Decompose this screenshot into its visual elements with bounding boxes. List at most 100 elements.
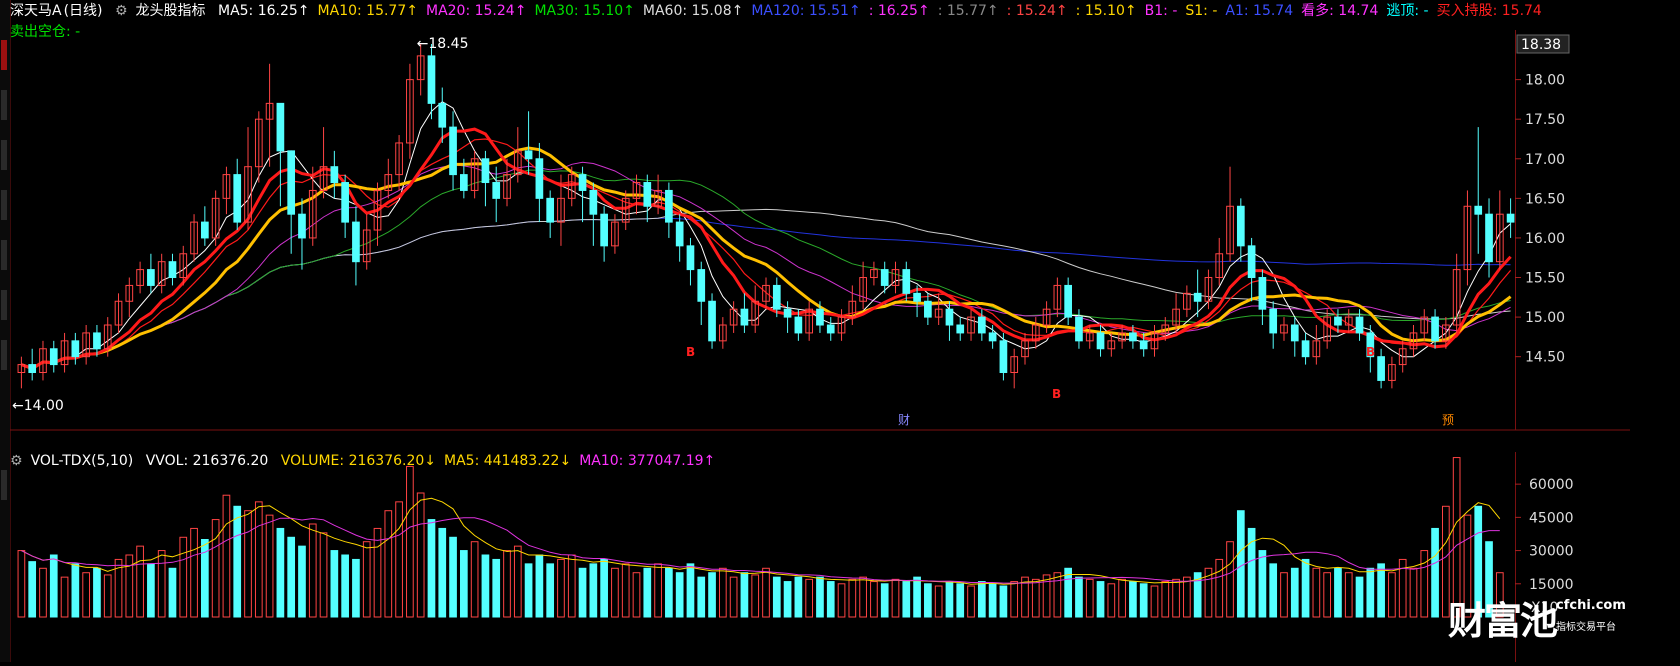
candle-body — [330, 166, 339, 184]
y-tick-label: 17.00 — [1525, 152, 1565, 168]
strip-tab-3[interactable] — [1, 140, 7, 170]
candle-body — [816, 308, 824, 326]
volume-bar — [211, 519, 220, 618]
buy-b-marker: B — [1052, 387, 1061, 401]
candle-body — [956, 324, 965, 334]
volume-bar — [168, 567, 177, 618]
candle-body — [1236, 205, 1245, 247]
stock-name[interactable]: 深天马A — [10, 3, 62, 19]
volume-bar — [546, 563, 555, 618]
legend-line-2: 卖出空仓: - — [10, 22, 80, 42]
volume-bar — [406, 465, 414, 618]
y-tick-label: 16.00 — [1525, 231, 1565, 247]
volume-bar — [913, 576, 921, 618]
volume-bar — [179, 536, 188, 618]
candle-body — [492, 182, 501, 199]
volume-bar — [1323, 572, 1331, 618]
ma-value-14: 逃顶: - — [1386, 3, 1429, 19]
candle-body — [1431, 316, 1439, 342]
volume-bar — [945, 581, 954, 618]
volume-legend: ⚙ VOL-TDX(5,10) VVOL: 216376.20 VOLUME: 2… — [10, 450, 731, 472]
volume-bar — [740, 572, 749, 618]
volume-bar — [395, 501, 403, 618]
candle-body — [772, 284, 781, 310]
volume-bar — [967, 585, 975, 618]
candle-body — [459, 174, 468, 191]
volume-bar — [1053, 572, 1062, 618]
y-tick-label: 14.50 — [1525, 350, 1565, 366]
strip-tab-4[interactable] — [1, 190, 7, 220]
high-price-label: ←18.45 — [417, 36, 469, 52]
candle-body — [740, 308, 749, 326]
volume-bar — [1280, 572, 1288, 618]
volume-bar — [449, 536, 457, 618]
volume-bar — [977, 581, 986, 618]
volume-bar — [686, 563, 695, 618]
ma-value-15: 买入持股: 15.74 — [1436, 3, 1542, 19]
strip-tab-2[interactable] — [1, 90, 7, 120]
volume-chart-svg[interactable]: 15000300004500060000X10 — [10, 452, 1630, 662]
volume-value-1: MA5: 441483.22↓ — [444, 453, 572, 469]
vvol-value: VVOL: 216376.20 — [145, 453, 269, 469]
candle-body — [524, 150, 533, 160]
volume-ma10-line — [21, 517, 1500, 584]
volume-bar — [1377, 563, 1385, 618]
volume-bar — [1172, 578, 1180, 618]
watermark-url: cfchi.com — [1556, 598, 1626, 613]
volume-bar — [384, 510, 393, 618]
buy-b-marker: B — [686, 345, 695, 359]
candle-body — [1355, 316, 1364, 334]
volume-bar — [308, 523, 317, 618]
candle-body — [438, 102, 447, 128]
volume-bar — [643, 567, 652, 618]
y-tick-label: 15.00 — [1525, 310, 1565, 326]
candle-body — [535, 158, 544, 199]
volume-bar — [1107, 583, 1116, 618]
volume-bar — [1312, 567, 1321, 618]
ma-value-4: MA60: 15.08↑ — [642, 3, 744, 19]
candle-body — [93, 332, 101, 350]
candle-body — [1193, 292, 1202, 302]
strip-tab-6[interactable] — [1, 290, 7, 320]
volume-bar — [222, 494, 231, 618]
volume-bar — [17, 550, 26, 618]
volume-bar — [880, 583, 889, 618]
volume-bar — [837, 583, 846, 618]
volume-bar — [816, 576, 824, 618]
strip-tab-1[interactable] — [1, 40, 7, 70]
ma-value-13: 看多: 14.74 — [1301, 3, 1379, 19]
volume-bar — [190, 527, 198, 618]
volume-bar — [1118, 578, 1126, 618]
volume-settings-icon[interactable]: ⚙ — [10, 453, 23, 469]
volume-bar — [1150, 585, 1159, 618]
volume-bar — [1258, 550, 1267, 618]
volume-bar — [330, 550, 339, 618]
volume-bar — [1355, 576, 1364, 618]
candle-body — [1334, 316, 1342, 326]
ma-value-0: MA5: 16.25↑ — [217, 3, 310, 19]
volume-bar — [319, 532, 328, 618]
volume-bar — [1269, 563, 1278, 618]
strip-tab-5[interactable] — [1, 240, 7, 270]
volume-bar — [287, 536, 296, 618]
volume-panel[interactable]: 15000 30000 45000 60000 X10 ⚙ VOL-TDX(5,10) V… — [10, 452, 1630, 662]
price-chart-svg[interactable]: 14.50 15.00 15.50 16.00 16.50 17.00 17.50 18.00… — [10, 0, 1630, 448]
candle-body — [147, 269, 155, 286]
candle-body — [988, 332, 997, 342]
volume-bar — [427, 519, 436, 618]
price-panel[interactable]: 14.50 15.00 15.50 16.00 16.50 17.00 17.50 18.00… — [10, 0, 1630, 448]
y-tick-label: 18.00 — [1525, 73, 1565, 89]
candle-body — [201, 221, 209, 239]
volume-bar — [82, 572, 90, 618]
volume-indicator-name[interactable]: VOL-TDX(5,10) — [31, 453, 134, 469]
volume-bar — [675, 572, 684, 618]
volume-bar — [49, 554, 58, 618]
volume-bar — [578, 567, 587, 618]
strip-tab-7[interactable] — [1, 340, 7, 370]
volume-bar — [762, 567, 770, 618]
settings-icon[interactable]: ⚙ — [115, 3, 128, 19]
cai-marker: 财 — [898, 413, 910, 427]
indicator-name[interactable]: 龙头股指标 — [136, 3, 206, 19]
strip-tab-8[interactable] — [1, 470, 7, 500]
candle-body — [168, 261, 177, 279]
